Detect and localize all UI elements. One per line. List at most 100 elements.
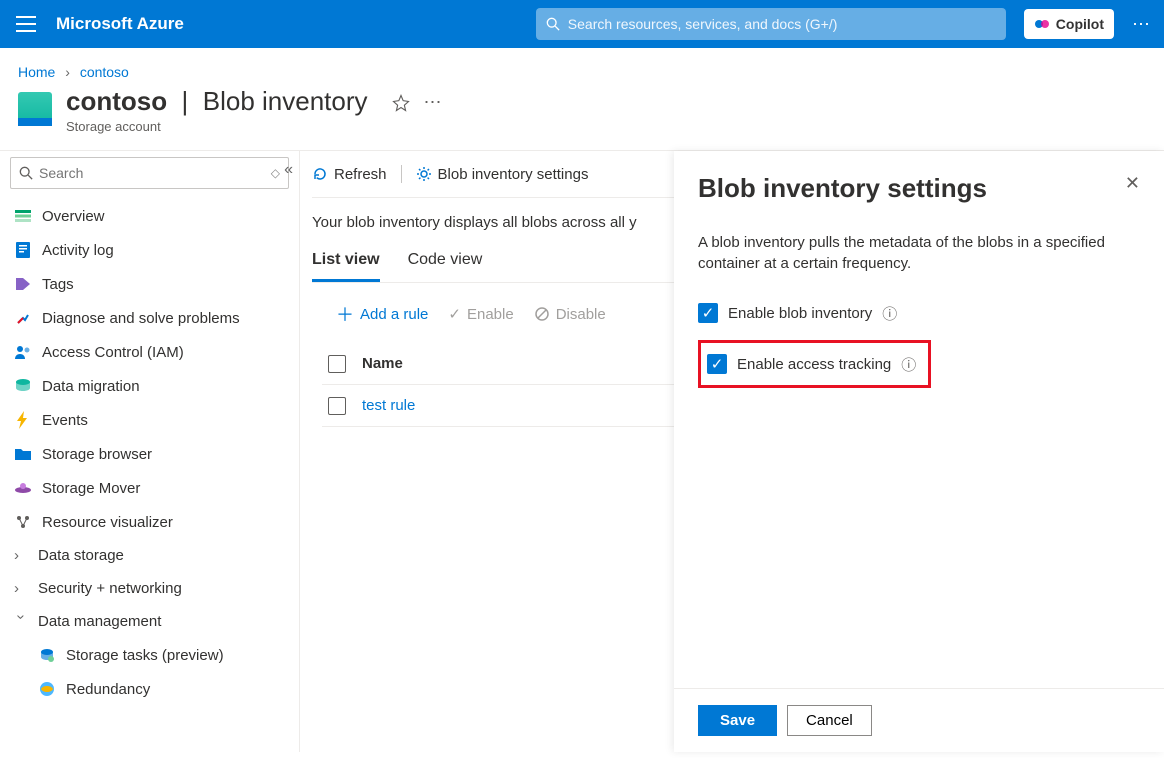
sidebar-item-storage-mover[interactable]: Storage Mover	[0, 471, 293, 505]
tab-list-view[interactable]: List view	[312, 245, 380, 282]
sidebar-item-events[interactable]: Events	[0, 403, 293, 437]
add-rule-button[interactable]: ＋ Add a rule	[336, 301, 428, 327]
search-icon	[19, 166, 33, 180]
sidebar-item-label: Redundancy	[66, 681, 150, 698]
sidebar-item-redundancy[interactable]: Redundancy	[0, 672, 293, 706]
option-enable-tracking[interactable]: ✓ Enable access tracking ⓘ	[707, 347, 916, 381]
chevron-down-icon: ›	[13, 615, 30, 629]
sidebar-group-security[interactable]: › Security + networking	[0, 572, 293, 605]
overview-icon	[14, 207, 32, 225]
copilot-icon	[1034, 16, 1050, 32]
settings-button[interactable]: Blob inventory settings	[416, 166, 589, 183]
tab-code-view[interactable]: Code view	[408, 245, 483, 282]
option-label: Enable blob inventory	[728, 305, 872, 322]
chevron-right-icon: ›	[65, 64, 70, 80]
copilot-button[interactable]: Copilot	[1024, 9, 1114, 39]
sidebar-search-input[interactable]	[39, 165, 265, 181]
sidebar-item-activity-log[interactable]: Activity log	[0, 233, 293, 267]
main-content: Refresh Blob inventory settings Your blo…	[300, 151, 1164, 752]
row-checkbox[interactable]	[328, 397, 346, 415]
sidebar-item-label: Events	[42, 412, 88, 429]
rule-name-link[interactable]: test rule	[362, 397, 415, 414]
checkmark-icon: ✓	[448, 305, 461, 323]
expand-icon[interactable]: ◇	[271, 166, 280, 180]
refresh-button[interactable]: Refresh	[312, 166, 387, 183]
cancel-button[interactable]: Cancel	[787, 705, 872, 736]
collapse-sidebar-icon[interactable]: «	[284, 161, 293, 179]
panel-footer: Save Cancel	[674, 688, 1164, 752]
save-button[interactable]: Save	[698, 705, 777, 736]
sidebar: ◇ « Overview Activity log Tags Diagnose …	[0, 151, 300, 752]
more-icon[interactable]: ⋯	[1132, 14, 1152, 35]
settings-label: Blob inventory settings	[438, 166, 589, 183]
people-icon	[14, 343, 32, 361]
hamburger-menu-icon[interactable]	[12, 10, 40, 38]
chevron-right-icon: ›	[14, 580, 28, 597]
gear-icon	[416, 166, 432, 182]
sidebar-group-label: Data storage	[38, 547, 124, 564]
mover-icon	[14, 479, 32, 497]
sidebar-item-storage-browser[interactable]: Storage browser	[0, 437, 293, 471]
page-title: contoso | Blob inventory	[66, 86, 368, 117]
panel-description: A blob inventory pulls the metadata of t…	[698, 232, 1140, 274]
info-icon[interactable]: ⓘ	[901, 354, 916, 375]
refresh-icon	[312, 166, 328, 182]
sidebar-search[interactable]: ◇	[10, 157, 289, 189]
topbar: Microsoft Azure Copilot ⋯	[0, 0, 1164, 48]
breadcrumb-resource[interactable]: contoso	[80, 64, 129, 80]
sidebar-scroll[interactable]: Overview Activity log Tags Diagnose and …	[0, 195, 293, 752]
breadcrumb-home[interactable]: Home	[18, 64, 55, 80]
resource-type: Storage account	[66, 119, 368, 134]
globe-icon	[38, 680, 56, 698]
chevron-right-icon: ›	[14, 547, 28, 564]
sidebar-item-data-migration[interactable]: Data migration	[0, 369, 293, 403]
panel-title: Blob inventory settings	[698, 173, 987, 204]
disable-label: Disable	[556, 306, 606, 323]
toolbar-divider	[401, 165, 402, 183]
sidebar-item-label: Resource visualizer	[42, 514, 173, 531]
more-actions-icon[interactable]: ⋯	[424, 92, 442, 113]
sidebar-item-resource-visualizer[interactable]: Resource visualizer	[0, 505, 293, 539]
sidebar-item-label: Storage tasks (preview)	[66, 647, 224, 664]
sidebar-item-storage-tasks[interactable]: Storage tasks (preview)	[0, 638, 293, 672]
sidebar-group-data-management[interactable]: › Data management	[0, 605, 293, 638]
enable-label: Enable	[467, 306, 514, 323]
settings-panel: Blob inventory settings ✕ A blob invento…	[674, 151, 1164, 752]
sidebar-item-label: Tags	[42, 276, 74, 293]
select-all-checkbox[interactable]	[328, 355, 346, 373]
option-label: Enable access tracking	[737, 356, 891, 373]
plus-icon: ＋	[336, 301, 354, 327]
sidebar-item-label: Data migration	[42, 378, 140, 395]
brand-label: Microsoft Azure	[56, 14, 184, 34]
sidebar-group-label: Security + networking	[38, 580, 182, 597]
favorite-icon[interactable]	[392, 94, 410, 112]
search-icon	[546, 17, 560, 31]
workspace: ◇ « Overview Activity log Tags Diagnose …	[0, 150, 1164, 752]
diagnose-icon	[14, 309, 32, 327]
breadcrumb: Home › contoso	[0, 48, 1164, 86]
sidebar-item-label: Diagnose and solve problems	[42, 310, 240, 327]
copilot-label: Copilot	[1056, 16, 1104, 32]
global-search[interactable]	[536, 8, 1006, 40]
sidebar-item-label: Overview	[42, 208, 105, 225]
sidebar-item-label: Storage browser	[42, 446, 152, 463]
close-icon[interactable]: ✕	[1125, 173, 1140, 194]
global-search-input[interactable]	[568, 16, 996, 32]
sidebar-item-diagnose[interactable]: Diagnose and solve problems	[0, 301, 293, 335]
migration-icon	[14, 377, 32, 395]
sidebar-item-tags[interactable]: Tags	[0, 267, 293, 301]
block-icon	[534, 306, 550, 322]
sidebar-item-overview[interactable]: Overview	[0, 199, 293, 233]
sidebar-group-data-storage[interactable]: › Data storage	[0, 539, 293, 572]
info-icon[interactable]: ⓘ	[882, 303, 897, 324]
enable-button: ✓ Enable	[448, 305, 513, 323]
checkbox-checked-icon[interactable]: ✓	[707, 354, 727, 374]
refresh-label: Refresh	[334, 166, 387, 183]
sidebar-group-label: Data management	[38, 613, 161, 630]
column-header-name[interactable]: Name	[362, 355, 403, 372]
sidebar-item-iam[interactable]: Access Control (IAM)	[0, 335, 293, 369]
checkbox-checked-icon[interactable]: ✓	[698, 303, 718, 323]
tag-icon	[14, 275, 32, 293]
option-enable-inventory[interactable]: ✓ Enable blob inventory ⓘ	[698, 296, 1140, 330]
sidebar-item-label: Storage Mover	[42, 480, 140, 497]
